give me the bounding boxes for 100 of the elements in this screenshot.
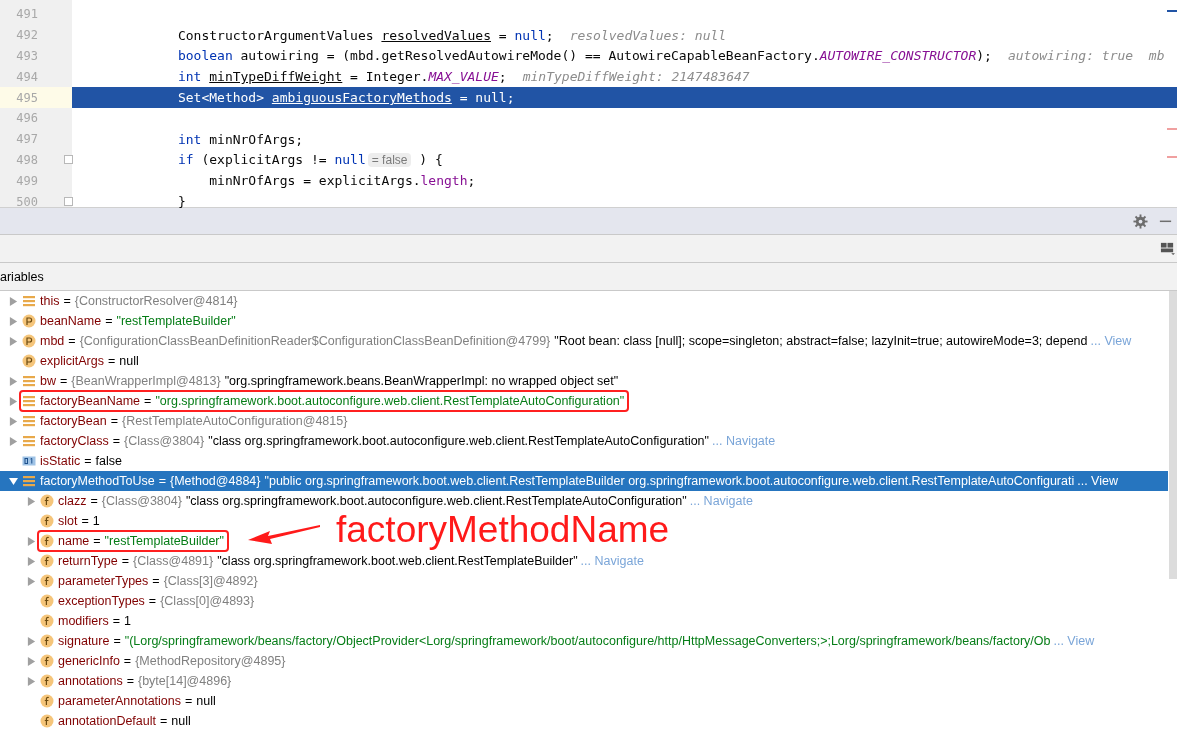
object-reference: {byte[14]@4896} xyxy=(137,674,232,688)
stack-icon xyxy=(22,474,36,488)
line-number: 491 xyxy=(15,7,38,22)
expand-arrow-icon[interactable] xyxy=(26,636,36,646)
field-icon xyxy=(40,714,54,728)
variable-row[interactable]: factoryClass = {Class@3804} "class org.springframework.boot.autoconfigure.web.client.RestTemplateAutoConfiguration" ... Navigate xyxy=(0,431,776,451)
equals-sign: = xyxy=(93,534,101,548)
variable-name: name xyxy=(58,534,90,548)
string-value: "restTemplateBuilder" xyxy=(116,314,236,328)
equals-sign: = xyxy=(160,714,168,728)
value-text: "public org.springframework.boot.web.client.RestTemplateBuilder org.springframework.boot.autoconfigure.web.client.RestTemplateAutoConfigurati xyxy=(264,474,1075,488)
variable-row[interactable]: explicitArgs = null xyxy=(0,351,139,371)
collapse-arrow-icon[interactable] xyxy=(8,476,18,486)
expand-arrow-icon[interactable] xyxy=(26,576,36,586)
value-text: "class org.springframework.boot.autoconfigure.web.client.RestTemplateAutoConfiguration" xyxy=(208,434,709,448)
expand-arrow-icon[interactable] xyxy=(26,556,36,566)
view-link[interactable]: ... View xyxy=(1077,474,1118,488)
equals-sign: = xyxy=(112,614,121,628)
code-text: ; xyxy=(506,90,515,106)
variable-row[interactable]: annotationDefault = null xyxy=(0,711,191,731)
variable-row[interactable]: modifiers = 1 xyxy=(0,611,131,631)
variable-row[interactable]: name = "restTemplateBuilder" xyxy=(0,531,229,551)
inline-value-hint: = false xyxy=(367,153,412,168)
variable-row[interactable]: slot = 1 xyxy=(0,511,100,531)
code-text: ) { xyxy=(418,152,443,168)
expand-arrow-icon[interactable] xyxy=(8,376,18,386)
variable-row[interactable]: beanName = "restTemplateBuilder" xyxy=(0,311,236,331)
equals-sign: = xyxy=(113,634,121,648)
settings-icon[interactable] xyxy=(1133,213,1148,229)
expand-arrow-icon[interactable] xyxy=(8,296,18,306)
variable-row[interactable]: returnType = {Class@4891} "class org.springframework.boot.web.client.RestTemplateBuilder" ... Navigate xyxy=(0,551,644,571)
value-text: null xyxy=(119,354,139,368)
equals-sign: = xyxy=(90,494,98,508)
expand-arrow-icon[interactable] xyxy=(8,316,18,326)
variable-row[interactable]: factoryMethodToUse = {Method@4884} "public org.springframework.boot.web.client.RestTemplateBuilder org.springframework.boot.autoconfigure.web.client.RestTemplateAutoConfigurati ... View xyxy=(0,471,1168,491)
variable-name: minTypeDiffWeight xyxy=(209,69,343,85)
stack-icon xyxy=(22,294,36,308)
expand-arrow-icon[interactable] xyxy=(8,336,18,346)
value-text: null xyxy=(171,714,191,728)
line-number: 497 xyxy=(15,132,38,147)
panel-title: ariables xyxy=(0,269,44,284)
expand-arrow-icon[interactable] xyxy=(26,676,36,686)
variable-name: bw xyxy=(40,374,56,388)
variable-name: factoryBean xyxy=(40,414,107,428)
expand-arrow-icon[interactable] xyxy=(26,656,36,666)
variable-name: signature xyxy=(58,634,110,648)
variable-row[interactable]: genericInfo = {MethodRepository@4895} xyxy=(0,651,290,671)
variable-row[interactable]: clazz = {Class@3804} "class org.springframework.boot.autoconfigure.web.client.RestTemplateAutoConfiguration" ... Navigate xyxy=(0,491,753,511)
variable-row[interactable]: bw = {BeanWrapperImpl@4813} "org.springframework.beans.BeanWrapperImpl: no wrapped object set" xyxy=(0,371,619,391)
code-text: ConstructorArgumentValues xyxy=(176,27,375,43)
code-text: ; xyxy=(545,27,554,43)
equals-sign: = xyxy=(152,574,160,588)
value-text: 1 xyxy=(124,614,131,628)
constant-name: AUTOWIRE_CONSTRUCTOR xyxy=(819,48,977,64)
arrow xyxy=(248,522,320,545)
object-reference: {BeanWrapperImpl@4813} xyxy=(71,374,221,388)
expand-arrow-icon[interactable] xyxy=(8,436,18,446)
code-text: ; xyxy=(498,69,507,85)
variable-row[interactable]: parameterTypes = {Class[3]@4892} xyxy=(0,571,262,591)
fold-marker-icon[interactable] xyxy=(64,197,73,207)
variable-name: slot xyxy=(58,514,78,528)
value-text: null xyxy=(196,694,216,708)
variable-row[interactable]: exceptionTypes = {Class[0]@4893} xyxy=(0,591,259,611)
variable-row[interactable]: signature = "(Lorg/springframework/beans/factory/ObjectProvider<Lorg/springframework/boot/autoconfigure/http/HttpMessageConverters;>;Lorg/springframework/beans/factory/Ob ... View xyxy=(0,631,1095,651)
code-text: (explicitArgs != xyxy=(200,152,328,168)
variable-row[interactable]: annotations = {byte[14]@4896} xyxy=(0,671,236,691)
object-reference: {Class@3804} xyxy=(124,434,205,448)
equals-sign: = xyxy=(68,334,76,348)
fold-marker-icon[interactable] xyxy=(64,155,73,165)
string-value: "(Lorg/springframework/beans/factory/ObjectProvider<Lorg/springframework/boot/autoconfigure/http/HttpMessageConverters;>;Lorg/springframework/beans/factory/Ob xyxy=(124,634,1051,648)
variable-row[interactable]: isStatic = false xyxy=(0,451,122,471)
variable-row[interactable]: factoryBeanName = "org.springframework.boot.autoconfigure.web.client.RestTemplateAutoConfiguration" xyxy=(0,391,630,411)
line-number: 498 xyxy=(15,152,38,167)
expand-arrow-icon[interactable] xyxy=(26,536,36,546)
variable-row[interactable]: factoryBean = {RestTemplateAutoConfiguration@4815} xyxy=(0,411,352,431)
variable-name: modifiers xyxy=(58,614,109,628)
expand-arrow-icon[interactable] xyxy=(8,416,18,426)
equals-sign: = xyxy=(185,694,193,708)
field-name: length xyxy=(420,173,468,189)
string-value: "restTemplateBuilder" xyxy=(104,534,224,548)
expand-arrow-icon[interactable] xyxy=(26,496,36,506)
variable-row[interactable]: parameterAnnotations = null xyxy=(0,691,216,711)
keyword: null xyxy=(514,27,546,43)
keyword: if xyxy=(176,152,194,168)
field-icon xyxy=(40,654,54,668)
code-text: Set<Method> xyxy=(176,90,265,106)
equals-sign: = xyxy=(121,554,130,568)
variable-row[interactable]: mbd = {ConfigurationClassBeanDefinitionReader$ConfigurationClassBeanDefinition@4799} "Root bean: class [null]; scope=singleton; abstract=false; lazyInit=true; autowireMode=3; depend ... View xyxy=(0,331,1132,351)
expand-arrow-icon[interactable] xyxy=(8,396,18,406)
variable-row[interactable]: this = {ConstructorResolver@4814} xyxy=(0,291,242,311)
variable-name: isStatic xyxy=(40,454,81,468)
inline-hint: resolvedValues: null xyxy=(569,27,727,43)
field-icon xyxy=(40,514,54,528)
equals-sign: = xyxy=(105,314,113,328)
object-reference: {Class[3]@4892} xyxy=(163,574,258,588)
equals-sign: = xyxy=(63,294,71,308)
scrollbar[interactable] xyxy=(1169,291,1177,579)
layout-icon[interactable] xyxy=(1160,241,1175,256)
variable-name: genericInfo xyxy=(58,654,120,668)
keyword: int xyxy=(176,131,202,147)
